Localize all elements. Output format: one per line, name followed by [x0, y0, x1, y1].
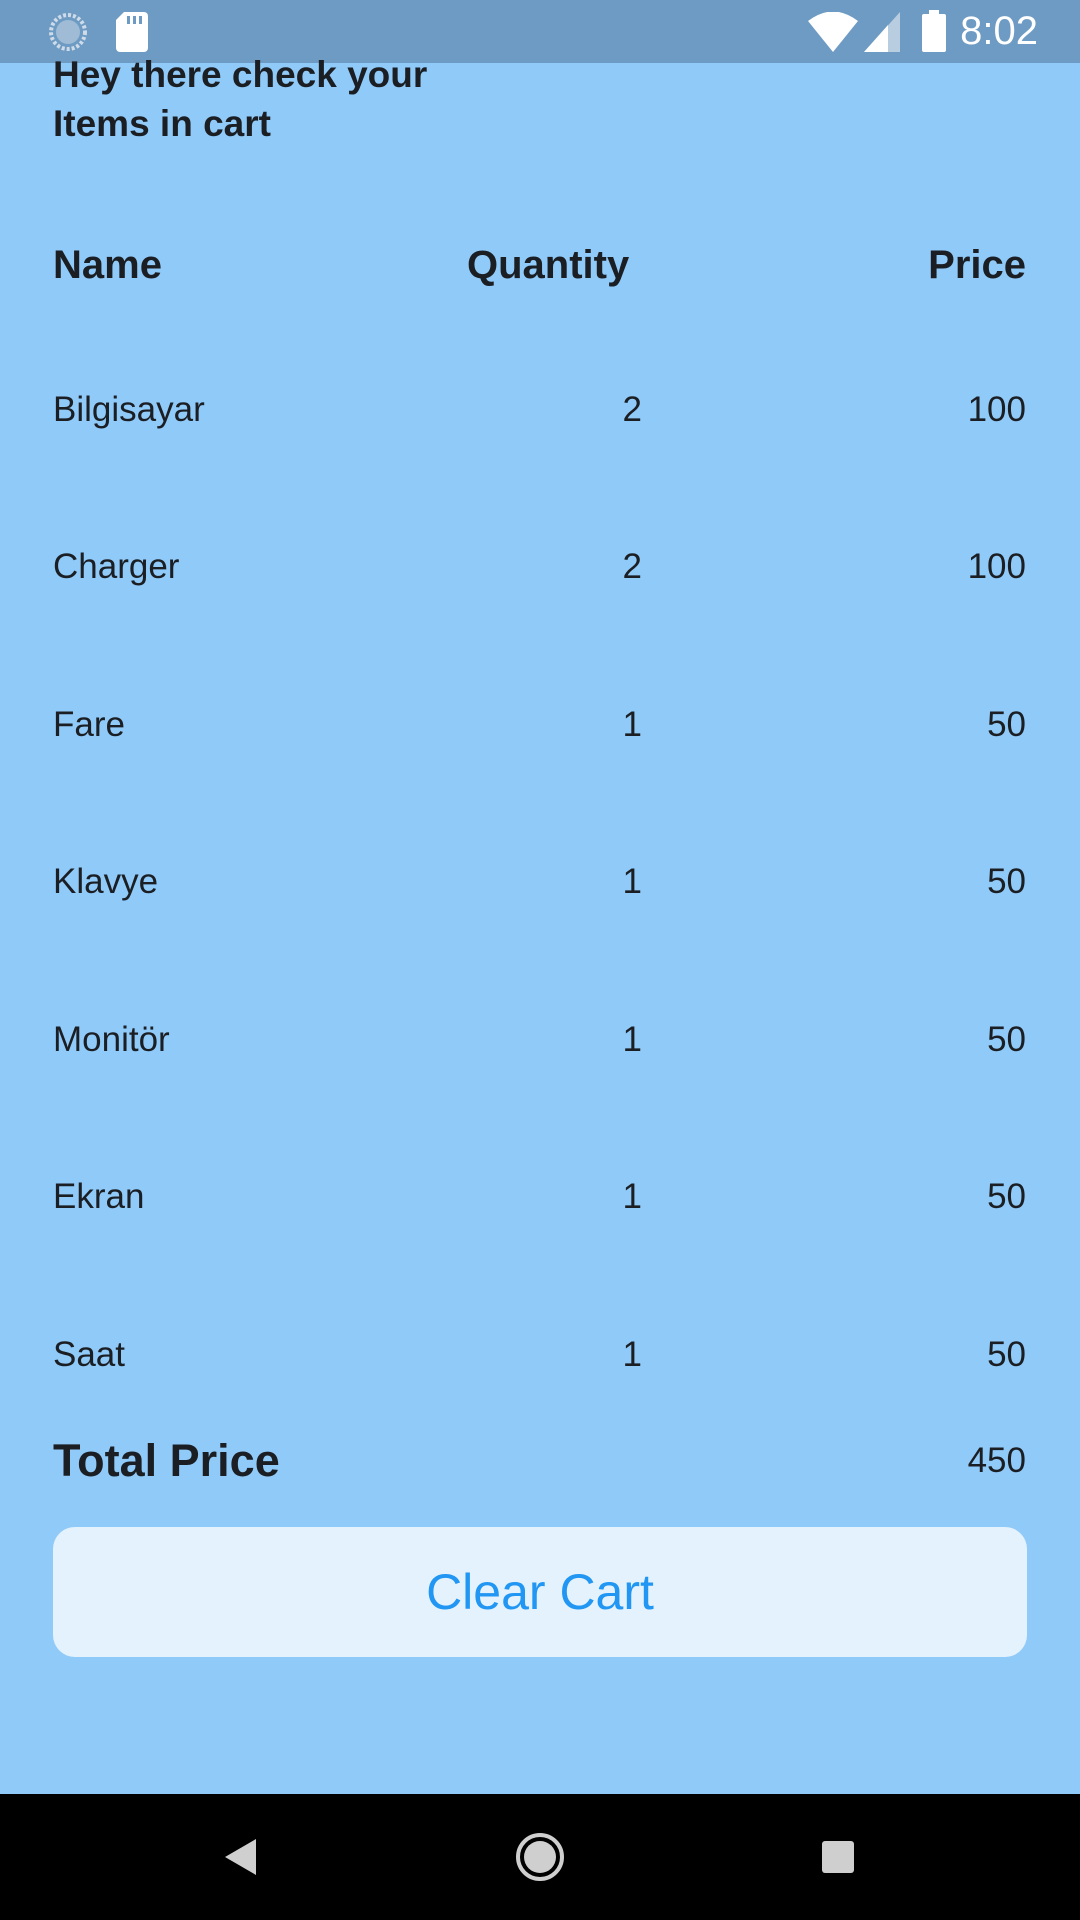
- item-quantity: 1: [622, 1020, 642, 1059]
- clear-cart-button[interactable]: Clear Cart: [53, 1527, 1027, 1657]
- item-quantity: 1: [622, 1177, 642, 1216]
- status-time: 8:02: [960, 9, 1038, 53]
- item-price: 100: [967, 390, 1026, 429]
- item-name: Saat: [53, 1335, 125, 1374]
- cart-greeting: Hey there check your Items in cart: [53, 54, 428, 144]
- battery-icon: [922, 10, 946, 57]
- table-row: Ekran 1 50: [0, 1167, 1080, 1227]
- table-row: Monitör 1 50: [0, 1010, 1080, 1070]
- item-price: 50: [987, 1020, 1026, 1059]
- item-quantity: 1: [622, 862, 642, 901]
- table-row: Charger 2 100: [0, 537, 1080, 597]
- table-row: Saat 1 50: [0, 1325, 1080, 1385]
- column-header-name: Name: [53, 243, 162, 287]
- item-price: 50: [987, 1177, 1026, 1216]
- item-name: Bilgisayar: [53, 390, 205, 429]
- wifi-icon: [808, 11, 858, 57]
- item-price: 100: [967, 547, 1026, 586]
- item-name: Monitör: [53, 1020, 170, 1059]
- item-quantity: 1: [622, 705, 642, 744]
- item-quantity: 2: [622, 390, 642, 429]
- table-row: Bilgisayar 2 100: [0, 380, 1080, 440]
- recents-icon[interactable]: [806, 1825, 870, 1889]
- item-name: Fare: [53, 705, 125, 744]
- item-name: Klavye: [53, 862, 159, 901]
- item-quantity: 2: [622, 547, 642, 586]
- column-header-quantity: Quantity: [467, 243, 630, 287]
- table-row: Klavye 1 50: [0, 852, 1080, 912]
- total-row: Total Price 450: [0, 1431, 1080, 1491]
- item-price: 50: [987, 705, 1026, 744]
- home-icon[interactable]: [508, 1825, 572, 1889]
- back-icon[interactable]: [208, 1825, 272, 1889]
- navigation-bar: [0, 1794, 1080, 1920]
- item-name: Ekran: [53, 1177, 145, 1216]
- item-quantity: 1: [622, 1335, 642, 1374]
- table-header-row: Name Quantity Price: [0, 235, 1080, 295]
- table-row: Fare 1 50: [0, 695, 1080, 755]
- item-name: Charger: [53, 547, 180, 586]
- signal-icon: [864, 12, 900, 57]
- column-header-price: Price: [928, 243, 1026, 287]
- total-price-value: 450: [967, 1441, 1026, 1480]
- item-price: 50: [987, 1335, 1026, 1374]
- item-price: 50: [987, 862, 1026, 901]
- total-price-label: Total Price: [53, 1435, 280, 1486]
